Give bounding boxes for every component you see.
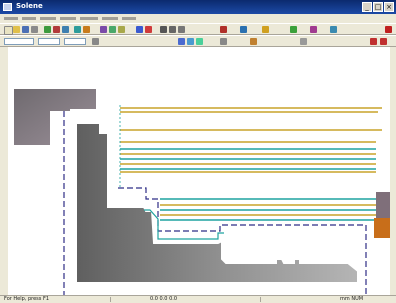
new-icon[interactable] — [4, 26, 13, 35]
redo-icon[interactable] — [83, 26, 90, 33]
status-divider — [260, 297, 261, 302]
cut-icon[interactable] — [44, 26, 51, 33]
chuck-edge — [8, 89, 14, 145]
status-help-text: For Help, press F1 — [4, 296, 50, 302]
stock-piece-orange — [374, 218, 390, 238]
toolbar-standard — [0, 23, 396, 35]
menu-insert[interactable] — [60, 17, 76, 20]
stop-icon[interactable] — [370, 38, 377, 45]
save-icon[interactable] — [22, 26, 29, 33]
line-icon[interactable] — [160, 26, 167, 33]
front-view-icon[interactable] — [187, 38, 194, 45]
right-border — [390, 47, 396, 295]
stock-piece-gray — [376, 192, 390, 218]
drawing-svg — [8, 89, 390, 295]
menu-window[interactable] — [102, 17, 118, 20]
pan-icon[interactable] — [109, 26, 116, 33]
undo-icon[interactable] — [74, 26, 81, 33]
status-units: mm NUM — [340, 296, 364, 302]
status-coordinates: 0.0 0.0 0.0 — [150, 296, 178, 302]
open-icon[interactable] — [13, 26, 20, 33]
close-button[interactable]: × — [384, 2, 394, 12]
top-view-icon[interactable] — [178, 38, 185, 45]
app-icon[interactable] — [3, 3, 12, 11]
menu-view[interactable] — [40, 17, 56, 20]
drawing-canvas[interactable] — [8, 47, 390, 295]
toolpath-lines — [120, 107, 382, 221]
minimize-button[interactable]: _ — [362, 2, 372, 12]
color-combo[interactable] — [38, 38, 60, 45]
copy-icon[interactable] — [53, 26, 60, 33]
circle-icon[interactable] — [178, 26, 185, 33]
title-bar: Solene _ □ × — [0, 0, 396, 14]
shade-icon[interactable] — [220, 38, 227, 45]
layer-combo[interactable] — [4, 38, 34, 45]
status-divider — [110, 297, 111, 302]
menu-bar — [0, 14, 396, 23]
color-icon[interactable] — [145, 26, 152, 33]
print-icon[interactable] — [31, 26, 38, 33]
simulate-icon[interactable] — [250, 38, 257, 45]
status-bar: For Help, press F1 0.0 0.0 0.0 mm NUM — [0, 295, 396, 303]
linetype-combo[interactable] — [64, 38, 86, 45]
maximize-button[interactable]: □ — [373, 2, 383, 12]
grid-icon[interactable] — [262, 26, 269, 33]
layer-icon[interactable] — [136, 26, 143, 33]
zoom-icon[interactable] — [100, 26, 107, 33]
part-profile — [75, 122, 359, 284]
measure-icon[interactable] — [220, 26, 227, 33]
run-icon[interactable] — [290, 26, 297, 33]
menu-file[interactable] — [4, 17, 18, 20]
menu-tools[interactable] — [80, 17, 98, 20]
arc-icon[interactable] — [169, 26, 176, 33]
settings-icon[interactable] — [310, 26, 317, 33]
rotate-icon[interactable] — [118, 26, 125, 33]
toggle-icon[interactable] — [92, 38, 99, 45]
window-title: Solene — [16, 2, 43, 10]
view-icon[interactable] — [330, 26, 337, 33]
toolbar-properties — [0, 35, 396, 47]
menu-help[interactable] — [122, 17, 136, 20]
window-controls: _ □ × — [362, 2, 394, 12]
exit-icon[interactable] — [380, 38, 387, 45]
snap-icon[interactable] — [240, 26, 247, 33]
paste-icon[interactable] — [62, 26, 69, 33]
menu-edit[interactable] — [22, 17, 36, 20]
help-icon[interactable] — [385, 26, 392, 33]
side-view-icon[interactable] — [196, 38, 203, 45]
options-icon[interactable] — [300, 38, 307, 45]
left-border — [0, 47, 8, 295]
